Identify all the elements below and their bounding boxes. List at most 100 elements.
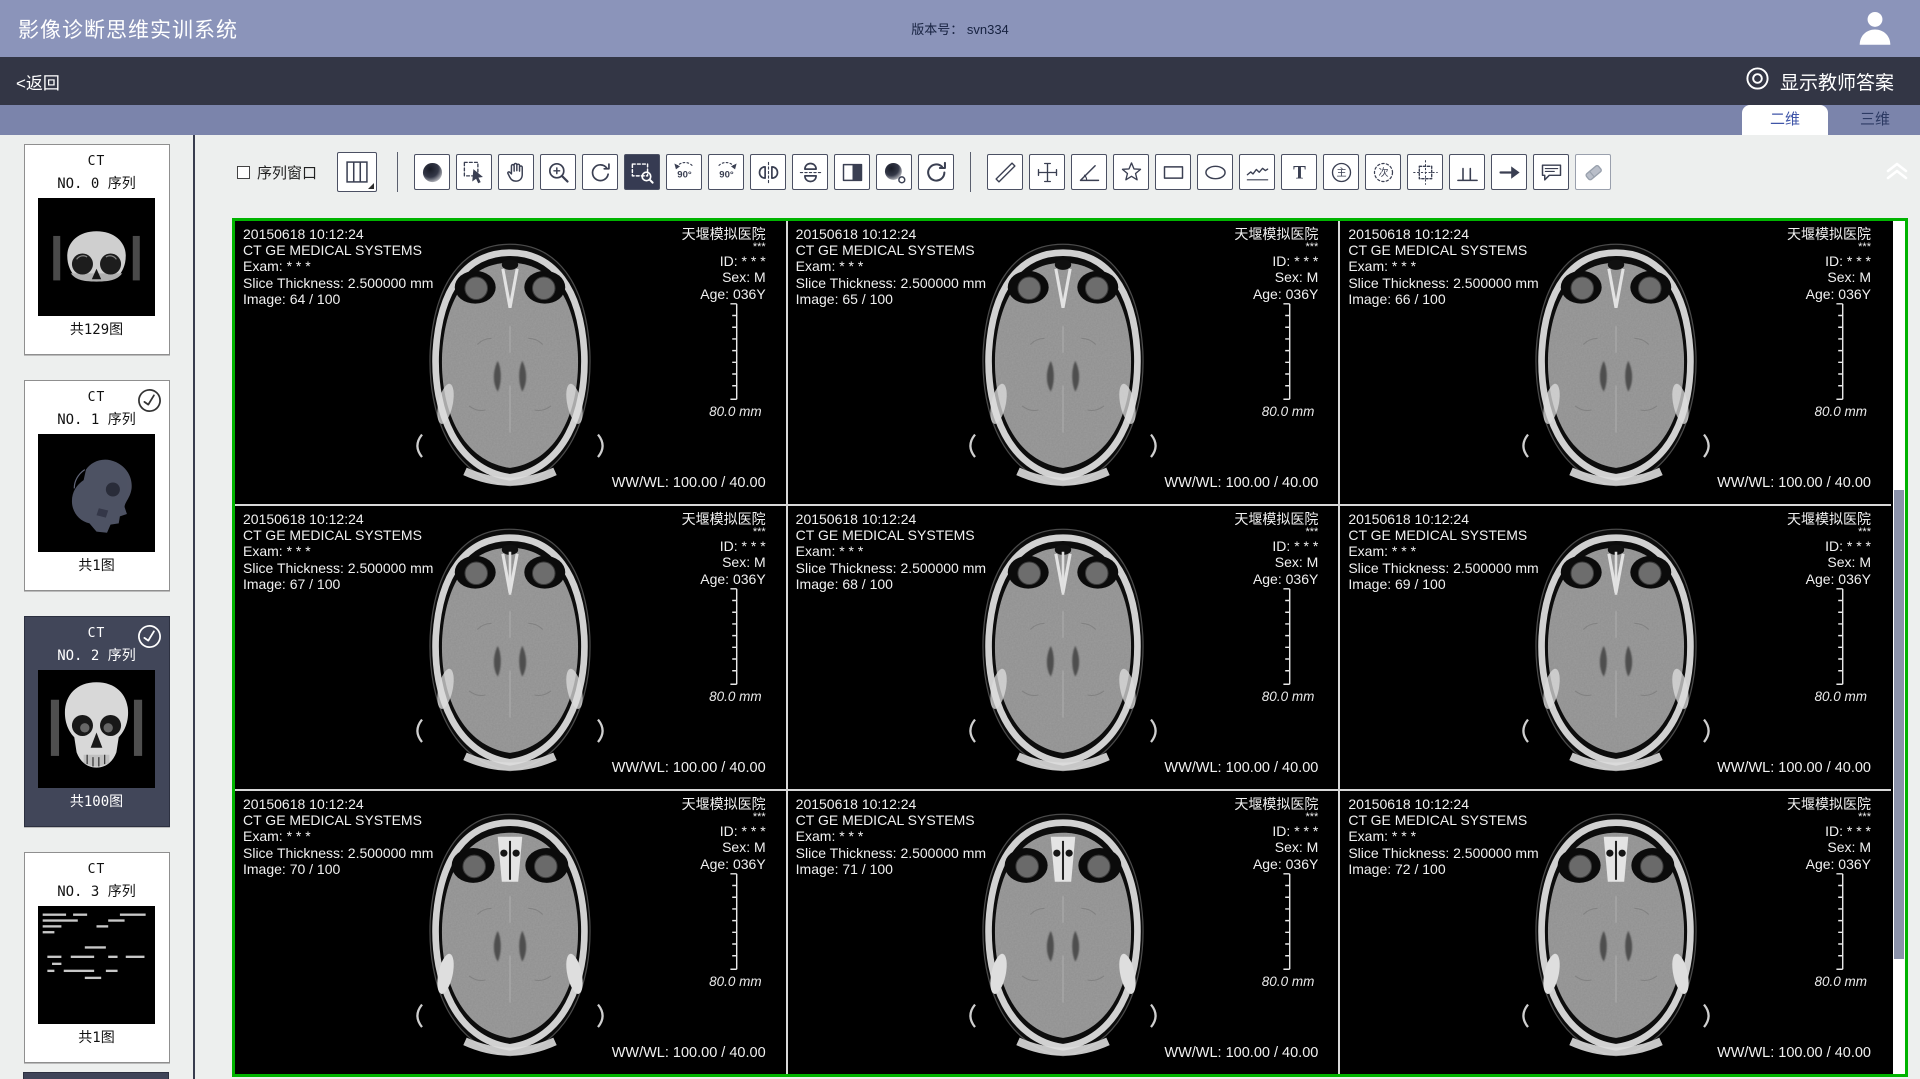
svg-text:次: 次: [1378, 166, 1388, 179]
viewport-cell-4[interactable]: 20150618 10:12:24CT GE MEDICAL SYSTEMSEx…: [788, 506, 1339, 789]
tool-text-annotation[interactable]: T: [1281, 154, 1317, 190]
tool-invert[interactable]: [834, 154, 870, 190]
viewport-cell-6[interactable]: 20150618 10:12:24CT GE MEDICAL SYSTEMSEx…: [235, 791, 786, 1074]
tool-arrow-annotation[interactable]: [1491, 154, 1527, 190]
image-toolbar: 序列窗口 90° 90° T 主 次: [237, 148, 1916, 196]
viewport-cell-7[interactable]: 20150618 10:12:24CT GE MEDICAL SYSTEMSEx…: [788, 791, 1339, 1074]
overlay-sex: Sex: M: [682, 554, 766, 570]
overlay-modality: CT GE MEDICAL SYSTEMS: [1348, 527, 1538, 543]
series-thumbnail: [38, 434, 155, 552]
svg-text:主: 主: [1336, 167, 1346, 179]
overlay-id: ID: * * *: [682, 253, 766, 269]
overlay-top-left: 20150618 10:12:24CT GE MEDICAL SYSTEMSEx…: [1348, 226, 1538, 307]
overlay-image-number: Image: 72 / 100: [1348, 861, 1538, 877]
tab-3d[interactable]: 三维: [1832, 105, 1918, 135]
viewport-cell-0[interactable]: 20150618 10:12:24CT GE MEDICAL SYSTEMSEx…: [235, 221, 786, 504]
overlay-top-left: 20150618 10:12:24CT GE MEDICAL SYSTEMSEx…: [796, 511, 986, 592]
viewport-cell-2[interactable]: 20150618 10:12:24CT GE MEDICAL SYSTEMSEx…: [1340, 221, 1891, 504]
overlay-top-right: 天堰模拟医院***ID: * * *Sex: MAge: 036Y: [1787, 796, 1871, 872]
overlay-image-number: Image: 67 / 100: [243, 576, 433, 592]
overlay-scale-label: 80.0 mm: [1262, 689, 1315, 704]
tool-select-cursor[interactable]: [456, 154, 492, 190]
back-button[interactable]: <返回: [16, 69, 60, 94]
overlay-wwwl: WW/WL: 100.00 / 40.00: [1717, 475, 1871, 491]
tool-flip-horizontal[interactable]: [750, 154, 786, 190]
overlay-scale-label: 80.0 mm: [709, 404, 762, 419]
tool-window-level[interactable]: [876, 154, 912, 190]
version-label: 版本号：: [911, 22, 963, 37]
tool-star-polygon[interactable]: [1113, 154, 1149, 190]
overlay-wwwl: WW/WL: 100.00 / 40.00: [1164, 760, 1318, 776]
layout-dropdown-arrow-icon: [368, 183, 374, 189]
overlay-sex: Sex: M: [1787, 554, 1871, 570]
viewer-scrollbar[interactable]: [1893, 221, 1905, 1074]
overlay-hospital: 天堰模拟医院: [682, 511, 766, 527]
app-window: 影像诊断思维实训系统 版本号： svn334 <返回 显示教师答案 二维 三维 …: [0, 0, 1920, 1079]
overlay-thickness: Slice Thickness: 2.500000 mm: [1348, 560, 1538, 576]
overlay-age: Age: 036Y: [1234, 286, 1318, 302]
collapse-toolbar-icon[interactable]: [1884, 159, 1910, 186]
overlay-top-left: 20150618 10:12:24CT GE MEDICAL SYSTEMSEx…: [1348, 511, 1538, 592]
series-card-1[interactable]: CTNO. 1 序列共1图: [24, 380, 170, 591]
svg-text:T: T: [1293, 162, 1306, 183]
tool-comment-bubble[interactable]: [1533, 154, 1569, 190]
overlay-image-number: Image: 69 / 100: [1348, 576, 1538, 592]
tool-rotate-90-ccw[interactable]: 90°: [666, 154, 702, 190]
series-window-toggle: 序列窗口: [237, 162, 317, 183]
tool-rotate-90-cw[interactable]: 90°: [708, 154, 744, 190]
tool-zoom-in[interactable]: [540, 154, 576, 190]
show-teacher-answer-button[interactable]: 显示教师答案: [1745, 66, 1894, 97]
overlay-id: ID: * * *: [1234, 823, 1318, 839]
tool-curve-profile[interactable]: [1239, 154, 1275, 190]
tool-flip-vertical[interactable]: [792, 154, 828, 190]
overlay-datetime: 20150618 10:12:24: [243, 511, 433, 527]
series-card-3[interactable]: CTNO. 3 序列共1图: [24, 852, 170, 1063]
eye-icon: [1745, 66, 1770, 97]
viewport-cell-8[interactable]: 20150618 10:12:24CT GE MEDICAL SYSTEMSEx…: [1340, 791, 1891, 1074]
tool-main-mark[interactable]: 主: [1323, 154, 1359, 190]
tool-roi-box[interactable]: [1407, 154, 1443, 190]
tool-ruler-line[interactable]: [987, 154, 1023, 190]
tool-secondary-mark[interactable]: 次: [1365, 154, 1401, 190]
overlay-sex: Sex: M: [1787, 269, 1871, 285]
tool-reset[interactable]: [918, 154, 954, 190]
tool-cross-measure[interactable]: [1029, 154, 1065, 190]
viewport-cell-3[interactable]: 20150618 10:12:24CT GE MEDICAL SYSTEMSEx…: [235, 506, 786, 789]
viewer-scrollbar-thumb[interactable]: [1894, 490, 1904, 959]
tool-histogram-profile[interactable]: [1449, 154, 1485, 190]
overlay-age: Age: 036Y: [1234, 571, 1318, 587]
tool-rotate-free[interactable]: [582, 154, 618, 190]
overlay-thickness: Slice Thickness: 2.500000 mm: [243, 560, 433, 576]
tool-angle-measure[interactable]: [1071, 154, 1107, 190]
svg-text:90°: 90°: [677, 169, 692, 180]
tool-marquee-zoom[interactable]: [624, 154, 660, 190]
user-profile-icon[interactable]: [1852, 8, 1898, 55]
viewport-cell-1[interactable]: 20150618 10:12:24CT GE MEDICAL SYSTEMSEx…: [788, 221, 1339, 504]
scale-ruler-icon: [725, 302, 741, 401]
app-title: 影像诊断思维实训系统: [18, 14, 238, 44]
toolbar-divider: [397, 152, 398, 192]
tool-rect-roi[interactable]: [1155, 154, 1191, 190]
tool-layout-grid[interactable]: [337, 152, 377, 192]
overlay-stars: ***: [1787, 527, 1871, 538]
series-window-checkbox[interactable]: [237, 166, 250, 179]
overlay-datetime: 20150618 10:12:24: [243, 226, 433, 242]
tool-ellipse-roi[interactable]: [1197, 154, 1233, 190]
overlay-top-left: 20150618 10:12:24CT GE MEDICAL SYSTEMSEx…: [243, 511, 433, 592]
series-thumbnail: [38, 906, 155, 1024]
overlay-wwwl: WW/WL: 100.00 / 40.00: [612, 1045, 766, 1061]
tab-2d[interactable]: 二维: [1742, 105, 1828, 135]
tool-window-sphere[interactable]: [414, 154, 450, 190]
series-card-0[interactable]: CTNO. 0 序列共129图: [24, 144, 170, 355]
tool-pan-hand[interactable]: [498, 154, 534, 190]
series-thumbnail: [38, 198, 155, 316]
overlay-datetime: 20150618 10:12:24: [1348, 511, 1538, 527]
viewport-cell-5[interactable]: 20150618 10:12:24CT GE MEDICAL SYSTEMSEx…: [1340, 506, 1891, 789]
overlay-top-right: 天堰模拟医院***ID: * * *Sex: MAge: 036Y: [1234, 511, 1318, 587]
scale-ruler-icon: [1278, 872, 1294, 971]
overlay-top-left: 20150618 10:12:24CT GE MEDICAL SYSTEMSEx…: [796, 226, 986, 307]
overlay-hospital: 天堰模拟医院: [682, 796, 766, 812]
series-sidebar: CTNO. 0 序列共129图 CTNO. 1 序列共1图 CTNO. 2 序列共1…: [0, 135, 193, 1079]
series-card-2[interactable]: CTNO. 2 序列共100图: [24, 616, 170, 827]
overlay-sex: Sex: M: [1234, 554, 1318, 570]
